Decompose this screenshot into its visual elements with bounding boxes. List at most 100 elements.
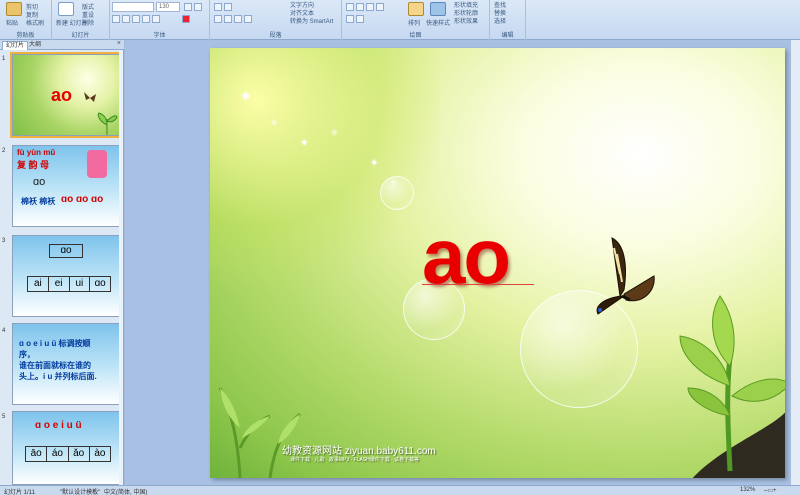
leaf-plant-icon <box>679 295 785 478</box>
clipboard-group: 粘贴 剪切 复制 格式刷 剪贴板 <box>0 0 52 40</box>
align-right-icon[interactable] <box>234 15 242 23</box>
slide-thumbnail-1[interactable]: ao <box>10 52 122 138</box>
final-cell: ui <box>70 277 91 291</box>
shrink-font-icon[interactable] <box>194 3 202 11</box>
current-slide[interactable]: ✦ ✧ ✦ ✧ ✦ ✧ ao 幼教资源网站 ziyuan.baby611.com… <box>210 48 785 478</box>
watermark-text: 幼教资源网站 ziyuan.baby611.com <box>282 446 436 457</box>
words-label: 棉袄 棉袄 <box>21 197 56 206</box>
paste-button[interactable]: 粘贴 <box>6 18 18 27</box>
drawing-group: 排列 快速样式 形状填充 形状轮廓 形状效果 绘图 <box>342 0 490 40</box>
align-center-icon[interactable] <box>224 15 232 23</box>
zoom-slider[interactable]: –▭+ <box>764 487 777 494</box>
sparkle-icon: ✦ <box>300 138 309 149</box>
tab-slides[interactable]: 幻灯片 <box>2 41 29 50</box>
finals-row: ai ei ui ɑo <box>27 276 111 292</box>
quick-styles-icon[interactable] <box>430 2 446 16</box>
smartart-button[interactable]: 转换为 SmartArt <box>290 16 333 25</box>
leaf-plant-icon <box>97 112 118 135</box>
bullets-icon[interactable] <box>214 3 222 11</box>
justify-icon[interactable] <box>244 15 252 23</box>
slide-number: 1 <box>2 56 6 62</box>
zoom-level[interactable]: 132% <box>740 487 755 493</box>
slide-number: 3 <box>2 238 6 244</box>
final-cell: ɑo <box>94 278 106 289</box>
tone-cell: āo <box>26 447 48 461</box>
drawing-label: 绘图 <box>409 33 422 39</box>
rule-line-3: 谁在前面就标在谁的 <box>19 361 91 370</box>
shape-rect-icon[interactable] <box>346 3 354 11</box>
delete-button[interactable]: 删除 <box>82 18 94 27</box>
title-underline <box>422 284 534 285</box>
tone-cell: ào <box>94 448 106 459</box>
language[interactable]: 中文(简体, 中国) <box>104 487 147 495</box>
shape-star-icon[interactable] <box>356 15 364 23</box>
vertical-scrollbar[interactable] <box>790 40 800 485</box>
shape-oval-icon[interactable] <box>376 3 384 11</box>
jacket-image <box>87 150 107 178</box>
slide-number: 5 <box>2 414 6 420</box>
shape-effects-button[interactable]: 形状效果 <box>454 16 478 25</box>
font-label: 字体 <box>153 33 166 39</box>
select-button[interactable]: 选择 <box>494 16 506 25</box>
words-red-label: ɑo ɑo ɑo <box>61 194 104 205</box>
pinyin-label: fù yùn mǔ <box>17 148 56 157</box>
numbering-icon[interactable] <box>224 3 232 11</box>
new-slide-icon[interactable] <box>58 2 74 16</box>
status-bar: 幻灯片 1/11 "默认设计模板" ✓ 中文(简体, 中国) 132% –▭+ <box>0 485 800 495</box>
shape-arrow-icon[interactable] <box>366 3 374 11</box>
thumbnail-scrollbar[interactable] <box>119 50 123 485</box>
final-cell: ei <box>49 277 70 291</box>
slide-thumbnail-2[interactable]: fù yùn mǔ 复 韵 母 ɑo 棉袄 棉袄 ɑo ɑo ɑo <box>12 145 120 227</box>
sparkle-icon: ✧ <box>330 128 339 139</box>
slide-count: 幻灯片 1/11 <box>4 490 35 495</box>
slide-number: 4 <box>2 328 6 334</box>
slides-group: 新建 幻灯片 版式 重设 删除 幻灯片 <box>52 0 110 40</box>
quick-styles-button[interactable]: 快速样式 <box>426 18 450 27</box>
underline-icon[interactable] <box>132 15 140 23</box>
ribbon: 粘贴 剪切 复制 格式刷 剪贴板 新建 幻灯片 版式 重设 删除 幻灯片 130… <box>0 0 800 40</box>
font-color-icon[interactable] <box>182 15 190 23</box>
bubble <box>380 176 414 210</box>
paragraph-group: 文字方向 对齐文本 转换为 SmartArt 段落 <box>210 0 342 40</box>
sparkle-icon: ✦ <box>240 88 252 104</box>
final-cell: ai <box>28 277 49 291</box>
editing-label: 编辑 <box>501 33 514 39</box>
close-icon[interactable]: × <box>117 40 121 47</box>
grow-font-icon[interactable] <box>184 3 192 11</box>
sparkle-icon: ✧ <box>270 118 279 129</box>
paragraph-label: 段落 <box>269 33 282 39</box>
watermark-subtext: 课件下载 · 儿歌 · 故事MP3 · FLASH课件下载 · 试卷下载等 <box>290 457 420 463</box>
tab-outline[interactable]: 大纲 <box>26 41 44 50</box>
ao-label: ɑo <box>33 176 46 188</box>
slide-thumbnail-5[interactable]: ɑ o e i u ü āo áo ǎo ào <box>12 411 120 485</box>
tone-cell: áo <box>47 447 69 461</box>
paste-icon[interactable] <box>6 2 22 16</box>
strikethrough-icon[interactable] <box>142 15 150 23</box>
check-icon[interactable]: ✓ <box>92 487 97 494</box>
align-left-icon[interactable] <box>214 15 222 23</box>
shape-line-icon[interactable] <box>356 3 364 11</box>
font-name-select[interactable] <box>112 2 154 12</box>
arrange-icon[interactable] <box>408 2 424 16</box>
ao-box: ɑo <box>49 244 83 258</box>
slide-thumbnail-3[interactable]: ɑo ai ei ui ɑo <box>12 235 120 317</box>
arrange-button[interactable]: 排列 <box>408 18 420 27</box>
shadow-icon[interactable] <box>152 15 160 23</box>
format-painter-button[interactable]: 格式刷 <box>26 18 44 27</box>
butterfly-icon <box>84 92 96 102</box>
thumb-title: ao <box>51 85 73 105</box>
tone-cell: ǎo <box>69 447 90 461</box>
slides-panel: 幻灯片 大纲 × 1 ao 2 fù yùn mǔ 复 韵 母 ɑo 棉袄 棉袄… <box>0 40 124 485</box>
rule-line-2: 序， <box>19 350 35 359</box>
slide-thumbnail-4[interactable]: ɑ o e i u ü 标调按顺 序， 谁在前面就标在谁的 头上。i u 并列标… <box>12 323 120 405</box>
sparkle-icon: ✦ <box>370 158 379 169</box>
hanzi-label: 复 韵 母 <box>17 160 50 170</box>
slides-label: 幻灯片 <box>71 33 90 39</box>
clipboard-label: 剪贴板 <box>16 33 35 39</box>
italic-icon[interactable] <box>122 15 130 23</box>
shape-triangle-icon[interactable] <box>346 15 354 23</box>
rule-line-1: ɑ o e i u ü 标调按顺 <box>19 339 91 348</box>
bold-icon[interactable] <box>112 15 120 23</box>
font-size-select[interactable]: 130 <box>156 2 180 12</box>
editing-group: 查找 替换 选择 编辑 <box>490 0 526 40</box>
